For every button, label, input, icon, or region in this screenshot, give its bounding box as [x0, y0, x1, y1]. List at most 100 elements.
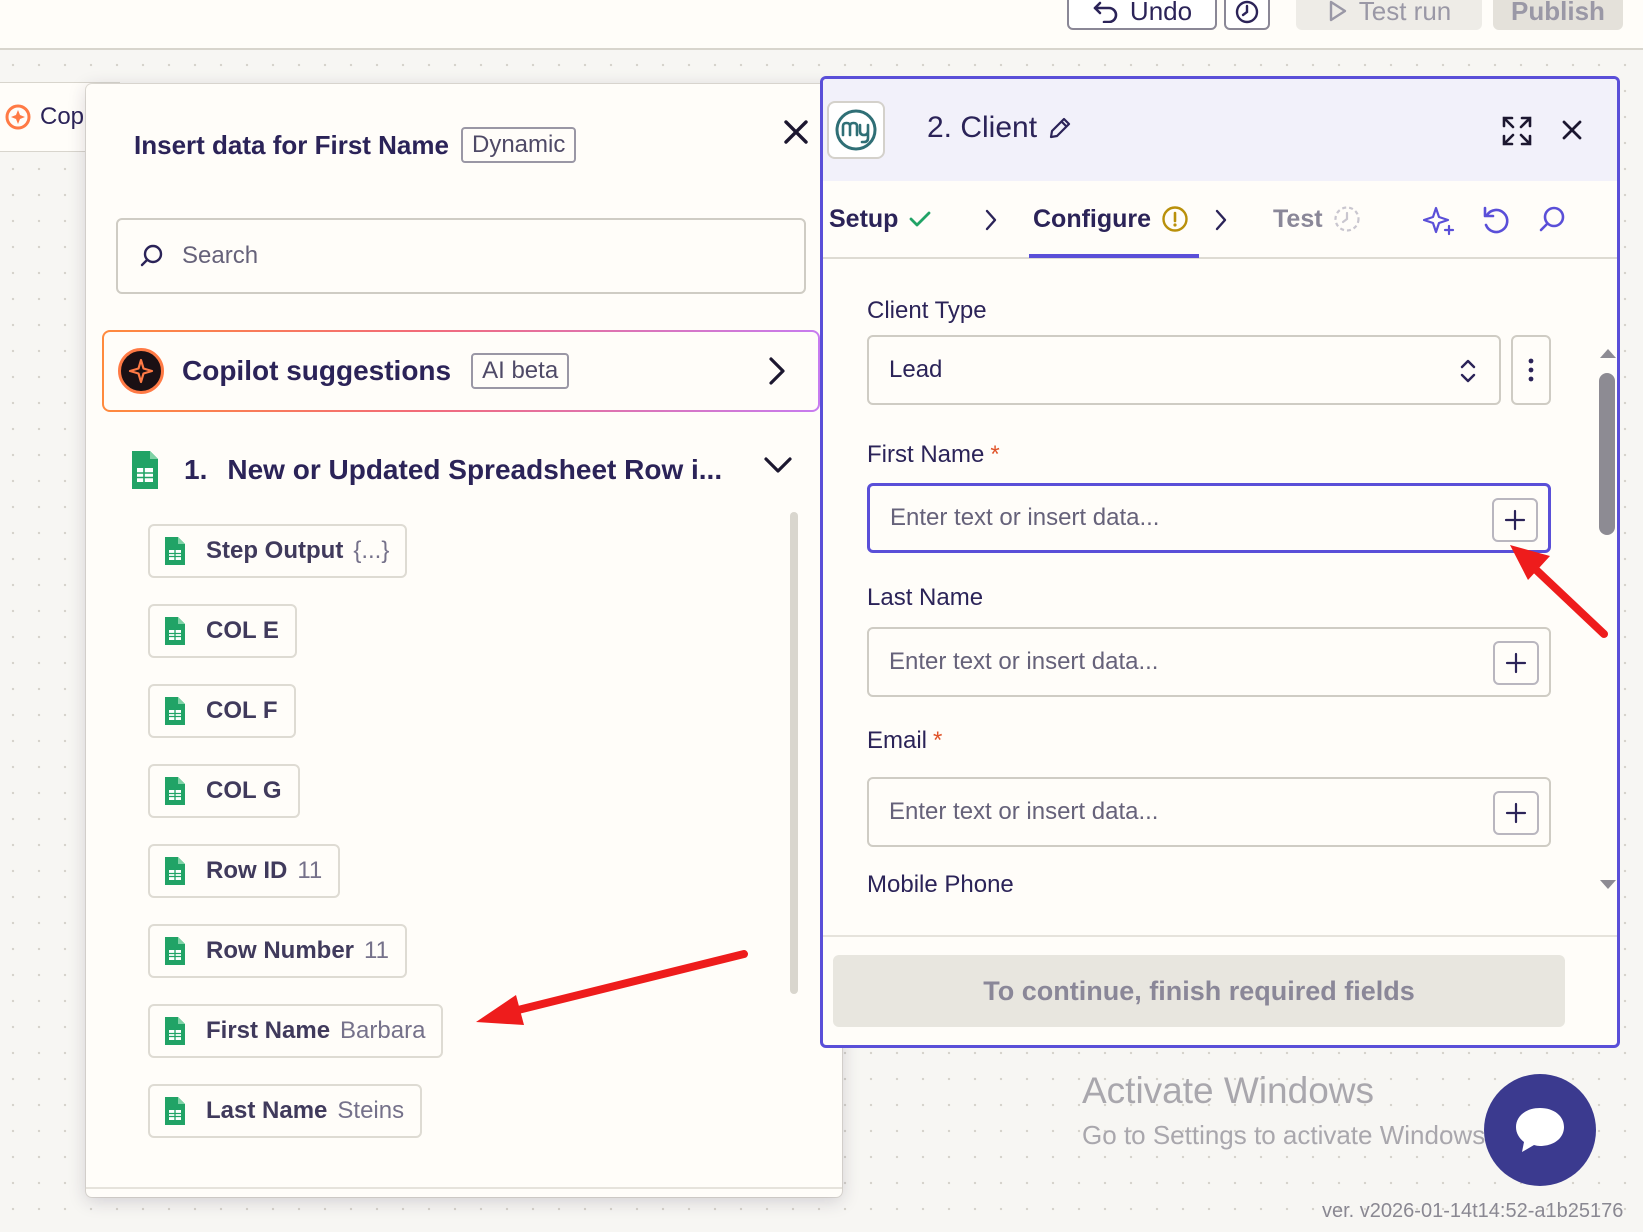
- google-sheets-icon: [165, 937, 185, 965]
- google-sheets-icon: [165, 697, 185, 725]
- insert-data-button-last-name[interactable]: [1493, 641, 1539, 685]
- tab-configure-label: Configure: [1033, 204, 1152, 233]
- picker-title: Insert data for First Name: [134, 129, 449, 160]
- close-icon: [784, 120, 808, 144]
- copilot-icon: [5, 104, 31, 130]
- google-sheets-icon: [165, 1097, 185, 1125]
- test-run-button[interactable]: Test run: [1296, 0, 1482, 30]
- tab-test-label: Test: [1273, 204, 1323, 233]
- support-chat-button[interactable]: [1484, 1074, 1596, 1186]
- field-pill[interactable]: Last Name Steins: [148, 1084, 423, 1138]
- field-pill[interactable]: COL E: [148, 604, 297, 658]
- field-list-scrollbar[interactable]: [790, 512, 798, 994]
- tab-configure[interactable]: Configure: [1033, 181, 1189, 257]
- windows-activation-watermark: Activate Windows Go to Settings to activ…: [1082, 1070, 1492, 1151]
- checkmark-icon: [910, 211, 931, 227]
- last-name-field[interactable]: [867, 627, 1551, 697]
- field-pill-key: Row Number: [206, 937, 355, 964]
- copilot-label: Copilot suggestions: [182, 355, 452, 386]
- app-version: ver. v2026-01-14t14:52-a1b25176: [1322, 1200, 1624, 1222]
- tab-setup[interactable]: Setup: [829, 181, 932, 257]
- close-panel-icon[interactable]: [1559, 117, 1585, 143]
- close-picker-button[interactable]: [776, 112, 816, 152]
- google-sheets-icon: [165, 777, 185, 805]
- client-type-label: Client Type: [867, 297, 987, 324]
- field-pill[interactable]: Step Output {...}: [148, 524, 408, 578]
- insert-data-button-email[interactable]: [1493, 791, 1539, 835]
- scrollbar-thumb[interactable]: [1599, 373, 1615, 535]
- insert-data-picker: Insert data for First Name Dynamic Copil…: [86, 84, 842, 1197]
- chevron-down-icon[interactable]: [762, 454, 794, 476]
- version-history-button[interactable]: [1224, 0, 1270, 30]
- last-name-input[interactable]: [889, 648, 1449, 676]
- first-name-field[interactable]: [867, 483, 1551, 553]
- publish-button[interactable]: Publish: [1493, 0, 1623, 30]
- client-type-value: Lead: [889, 356, 943, 383]
- email-input[interactable]: [889, 798, 1449, 826]
- picker-divider: [86, 1187, 842, 1189]
- first-name-input[interactable]: [890, 504, 1450, 532]
- picker-header: Insert data for First Name Dynamic: [134, 127, 577, 163]
- scroll-up-icon[interactable]: [1598, 347, 1618, 359]
- field-pill-value: Steins: [337, 1097, 405, 1124]
- field-options-button[interactable]: [1511, 335, 1551, 405]
- undo-label: Undo: [1129, 0, 1193, 26]
- expand-icon[interactable]: [1501, 115, 1533, 147]
- undo-icon: [1093, 1, 1118, 23]
- select-arrows-icon: [1460, 359, 1476, 383]
- refresh-icon[interactable]: [1481, 205, 1511, 237]
- search-input[interactable]: [182, 242, 782, 270]
- panel-footer-divider: [823, 935, 1617, 937]
- insert-data-button-first-name[interactable]: [1492, 498, 1538, 542]
- tab-test[interactable]: Test: [1273, 181, 1361, 257]
- warning-icon: [1162, 206, 1188, 232]
- field-pill-key: Row ID: [206, 857, 288, 884]
- chat-bubble-icon: [1516, 1108, 1564, 1152]
- pending-clock-icon: [1333, 206, 1360, 232]
- field-pill-key: COL F: [206, 697, 278, 724]
- field-pill[interactable]: Row Number 11: [148, 924, 407, 978]
- google-sheets-icon: [165, 857, 185, 885]
- step-1-header[interactable]: 1. New or Updated Spreadsheet Row i...: [130, 446, 780, 494]
- field-pill[interactable]: Row ID 11: [148, 844, 341, 898]
- canvas-node-label: Cop: [40, 103, 85, 130]
- google-sheets-icon: [165, 537, 185, 565]
- copilot-logo-icon: [118, 348, 164, 394]
- mobile-phone-label: Mobile Phone: [867, 871, 1014, 898]
- plus-icon: [1505, 802, 1527, 824]
- scroll-down-icon[interactable]: [1598, 879, 1618, 891]
- watermark-line-1: Activate Windows: [1082, 1070, 1374, 1111]
- search-icon: [140, 244, 163, 267]
- email-field[interactable]: [867, 777, 1551, 847]
- dynamic-badge: Dynamic: [460, 127, 577, 163]
- panel-title[interactable]: 2. Client: [927, 111, 1073, 145]
- client-type-select[interactable]: Lead: [867, 335, 1501, 405]
- field-pill[interactable]: First Name Barbara: [148, 1004, 444, 1058]
- step-number: 1.: [184, 454, 208, 485]
- field-pill-value: Barbara: [340, 1017, 426, 1044]
- continue-button[interactable]: To continue, finish required fields: [833, 955, 1565, 1027]
- first-name-label-text: First Name: [867, 441, 985, 468]
- tab-setup-label: Setup: [829, 204, 899, 233]
- pencil-icon[interactable]: [1047, 115, 1073, 141]
- search-box[interactable]: [116, 218, 806, 294]
- ai-sparkle-icon[interactable]: [1423, 205, 1455, 237]
- panel-header: 2. Client: [823, 79, 1617, 181]
- field-pill-key: Step Output: [206, 537, 344, 564]
- field-pill-value: 11: [364, 937, 389, 964]
- active-tab-indicator: [1029, 254, 1199, 258]
- copilot-suggestions-row[interactable]: Copilot suggestions AI beta: [102, 330, 820, 412]
- field-pill-key: First Name: [206, 1017, 331, 1044]
- field-pill[interactable]: COL G: [148, 764, 300, 818]
- field-pill-key: Last Name: [206, 1097, 328, 1124]
- field-pill-value: {...}: [353, 537, 390, 564]
- top-toolbar: Undo Test run Publish: [0, 0, 1643, 50]
- field-pill[interactable]: COL F: [148, 684, 296, 738]
- undo-button[interactable]: Undo: [1067, 0, 1217, 30]
- last-name-label: Last Name: [867, 584, 984, 611]
- google-sheets-icon: [165, 617, 185, 645]
- ai-beta-badge: AI beta: [471, 353, 570, 389]
- search-icon[interactable]: [1537, 205, 1567, 235]
- google-sheets-icon: [132, 451, 158, 489]
- form-scrollbar[interactable]: [1588, 259, 1618, 999]
